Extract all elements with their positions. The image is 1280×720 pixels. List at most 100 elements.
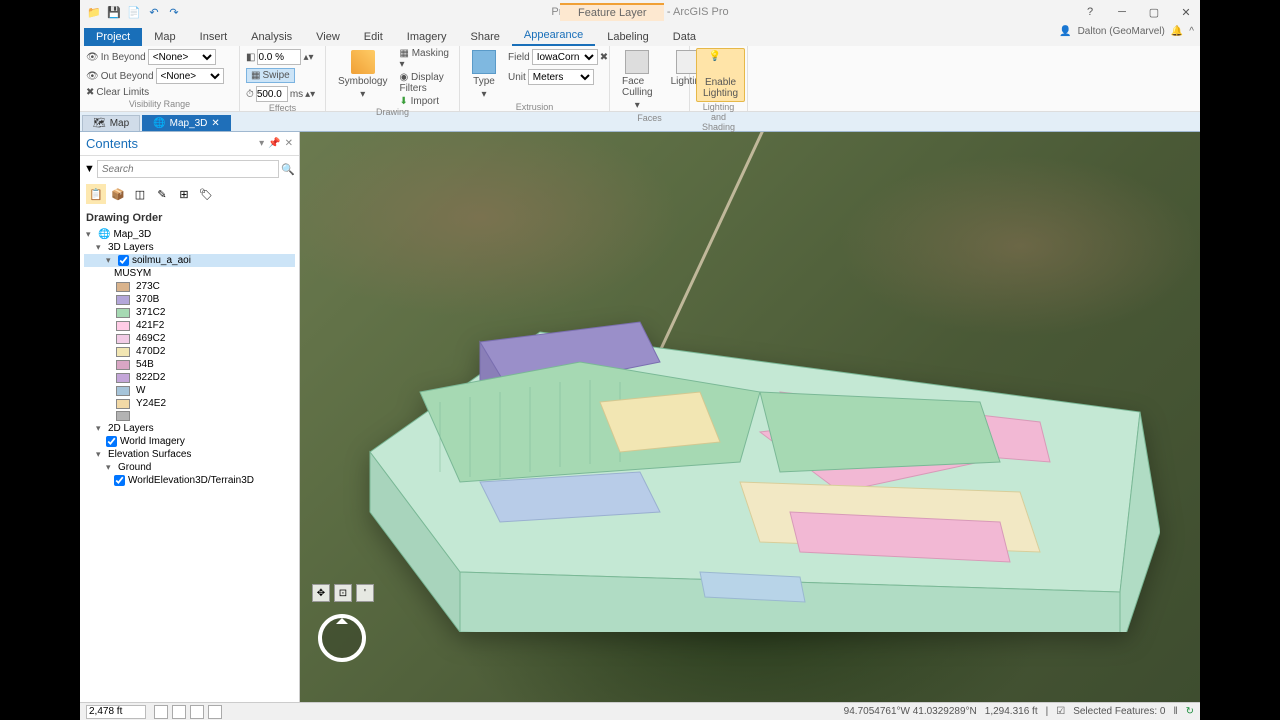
open-icon[interactable]: 📁 <box>86 4 102 20</box>
legend-item[interactable]: Y24E2 <box>84 397 295 410</box>
sb-icon-2[interactable] <box>172 705 186 719</box>
tab-project[interactable]: Project <box>84 28 142 46</box>
undo-icon[interactable]: ↶ <box>146 4 162 20</box>
face-culling-button[interactable]: Face Culling▾ <box>616 48 659 113</box>
expander-icon[interactable]: ▾ <box>96 449 105 460</box>
out-beyond-select[interactable]: <None> <box>156 68 224 84</box>
expander-icon[interactable]: ▾ <box>86 229 95 240</box>
list-snapping-icon[interactable]: ⊞ <box>174 184 194 204</box>
legend-item[interactable]: W <box>84 384 295 397</box>
layers-2d-label[interactable]: 2D Layers <box>108 423 154 434</box>
legend-item[interactable]: 54B <box>84 358 295 371</box>
layer-visibility-checkbox[interactable] <box>114 475 125 486</box>
layer-name[interactable]: soilmu_a_aoi <box>132 255 191 266</box>
legend-label: 370B <box>136 294 159 305</box>
close-pane-icon[interactable]: ✕ <box>285 138 293 149</box>
legend-item[interactable]: 421F2 <box>84 319 295 332</box>
legend-item[interactable]: 371C2 <box>84 306 295 319</box>
expander-icon[interactable]: ▾ <box>96 242 105 253</box>
pin-icon[interactable]: 📌 <box>268 138 280 149</box>
world-imagery-label[interactable]: World Imagery <box>120 436 185 447</box>
close-tab-icon[interactable]: ✕ <box>211 118 219 129</box>
tab-appearance[interactable]: Appearance <box>512 26 595 46</box>
legend-item[interactable]: 822D2 <box>84 371 295 384</box>
field-select[interactable]: IowaCorn <box>532 49 598 65</box>
close-icon[interactable]: ✕ <box>1176 4 1196 20</box>
enable-lighting-button[interactable]: 💡 Enable Lighting <box>696 48 745 102</box>
unit-select[interactable]: Meters <box>528 69 594 85</box>
notification-icon[interactable]: 🔔 <box>1171 26 1183 37</box>
legend-item[interactable]: 469C2 <box>84 332 295 345</box>
list-source-icon[interactable]: 📦 <box>108 184 128 204</box>
tab-imagery[interactable]: Imagery <box>395 28 459 46</box>
tab-analysis[interactable]: Analysis <box>239 28 304 46</box>
masking-button[interactable]: ▦ Masking ▾ <box>399 48 453 70</box>
map-view-3d[interactable]: ✥ ⊡ ' <box>300 132 1200 702</box>
list-labeling-icon[interactable]: 🏷 <box>196 184 216 204</box>
expander-icon[interactable]: ▾ <box>106 462 115 473</box>
clear-field-icon[interactable]: ✖ <box>600 52 608 63</box>
tab-share[interactable]: Share <box>459 28 512 46</box>
list-drawing-order-icon[interactable]: 📋 <box>86 184 106 204</box>
list-editing-icon[interactable]: ✎ <box>152 184 172 204</box>
list-selection-icon[interactable]: ◫ <box>130 184 150 204</box>
expander-icon[interactable]: ▾ <box>106 255 115 266</box>
doc-tab-map3d[interactable]: 🌐Map_3D✕ <box>142 115 231 131</box>
layer-row-selected[interactable]: ▾ soilmu_a_aoi <box>84 254 295 267</box>
tab-map[interactable]: Map <box>142 28 187 46</box>
type-button[interactable]: Type▾ <box>466 48 502 102</box>
pan-icon[interactable]: ✥ <box>312 584 330 602</box>
pause-icon[interactable]: ‖ <box>1173 706 1177 717</box>
sb-icon-4[interactable] <box>208 705 222 719</box>
transparency-input[interactable] <box>257 49 301 65</box>
legend-item[interactable]: 273C <box>84 280 295 293</box>
layer-visibility-checkbox[interactable] <box>118 255 129 266</box>
sb-icon-1[interactable] <box>154 705 168 719</box>
eye-icon: 👁 <box>86 52 99 63</box>
scale-input[interactable] <box>86 705 146 719</box>
sb-icon-3[interactable] <box>190 705 204 719</box>
maximize-icon[interactable]: ▢ <box>1144 4 1164 20</box>
fullextent-icon[interactable]: ⊡ <box>334 584 352 602</box>
tab-data[interactable]: Data <box>661 28 708 46</box>
symbology-button[interactable]: Symbology▾ <box>332 48 393 102</box>
world-elevation-label[interactable]: WorldElevation3D/Terrain3D <box>128 475 254 486</box>
user-name[interactable]: Dalton (GeoMarvel) <box>1078 26 1165 37</box>
in-beyond-select[interactable]: <None> <box>148 49 216 65</box>
tab-view[interactable]: View <box>304 28 352 46</box>
compass-navigator[interactable] <box>318 614 366 662</box>
tab-insert[interactable]: Insert <box>188 28 240 46</box>
new-icon[interactable]: 📄 <box>126 4 142 20</box>
scene-name[interactable]: Map_3D <box>113 229 151 240</box>
legend-item[interactable]: 470D2 <box>84 345 295 358</box>
legend-item[interactable]: 370B <box>84 293 295 306</box>
import-button[interactable]: ⬇ Import <box>399 96 453 107</box>
search-input[interactable] <box>97 160 279 178</box>
save-icon[interactable]: 💾 <box>106 4 122 20</box>
elevation-surfaces-label[interactable]: Elevation Surfaces <box>108 449 191 460</box>
redo-icon[interactable]: ↷ <box>166 4 182 20</box>
minimize-icon[interactable]: ─ <box>1112 4 1132 20</box>
tab-edit[interactable]: Edit <box>352 28 395 46</box>
ground-label[interactable]: Ground <box>118 462 151 473</box>
filter-icon[interactable]: ▼ <box>84 163 95 175</box>
refresh-icon[interactable]: ↻ <box>1186 706 1194 717</box>
legend-swatch <box>116 308 130 318</box>
expander-icon[interactable]: ▾ <box>96 423 105 434</box>
legend-item[interactable] <box>84 410 295 422</box>
tab-labeling[interactable]: Labeling <box>595 28 661 46</box>
clear-limits-label[interactable]: Clear Limits <box>96 87 149 98</box>
search-icon[interactable]: 🔍 <box>281 163 295 176</box>
doc-tab-map[interactable]: 🗺Map <box>82 115 140 131</box>
scene-icon: 🌐 <box>98 229 110 240</box>
clear-icon: ✖ <box>86 87 94 98</box>
dropdown-icon[interactable]: ▾ <box>259 138 264 149</box>
help-icon[interactable]: ? <box>1080 4 1100 20</box>
layers-3d-label[interactable]: 3D Layers <box>108 242 154 253</box>
layer-visibility-checkbox[interactable] <box>106 436 117 447</box>
swipe-button[interactable]: ▦Swipe <box>246 68 295 83</box>
collapse-ribbon-icon[interactable]: ^ <box>1189 26 1194 37</box>
ms-input[interactable] <box>256 86 288 102</box>
zoom-icon[interactable]: ' <box>356 584 374 602</box>
display-filters-button[interactable]: ◉ Display Filters <box>399 72 453 94</box>
